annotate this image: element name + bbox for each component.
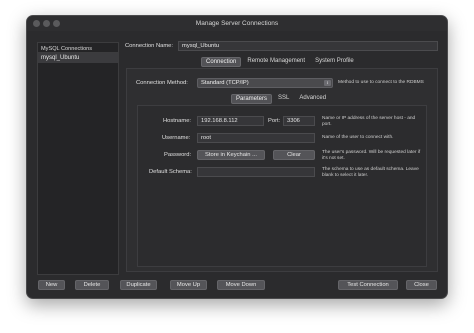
- parameter-tabs: Parameters SSL Advanced: [231, 94, 332, 104]
- username-label: Username:: [162, 135, 191, 141]
- hostname-input[interactable]: 192.168.8.112: [197, 116, 264, 126]
- delete-button[interactable]: Delete: [75, 280, 109, 290]
- store-in-keychain-button[interactable]: Store in Keychain ...: [197, 150, 265, 160]
- duplicate-button[interactable]: Duplicate: [120, 280, 157, 290]
- test-connection-button[interactable]: Test Connection: [338, 280, 398, 290]
- close-button[interactable]: Close: [406, 280, 437, 290]
- main-tabs: Connection Remote Management System Prof…: [201, 57, 360, 67]
- tab-system-profile[interactable]: System Profile: [311, 57, 358, 67]
- tab-parameters[interactable]: Parameters: [231, 94, 273, 104]
- username-input[interactable]: root: [197, 133, 315, 143]
- chevron-updown-icon: ↕: [324, 80, 331, 86]
- default-schema-hint: The schema to use as default schema. Lea…: [322, 167, 419, 178]
- connection-name-label: Connection Name:: [125, 43, 174, 49]
- connection-panel: Connection Method: Standard (TCP/IP) ↕ M…: [126, 68, 438, 272]
- clear-password-button[interactable]: Clear: [273, 150, 315, 160]
- manage-server-connections-window: Manage Server Connections MySQL Connecti…: [26, 15, 448, 299]
- connection-method-value: Standard (TCP/IP): [201, 80, 249, 86]
- port-input[interactable]: 3306: [283, 116, 315, 126]
- sidebar-item-mysql-ubuntu[interactable]: mysql_Ubuntu: [38, 53, 118, 63]
- connection-method-label: Connection Method:: [136, 80, 188, 86]
- move-up-button[interactable]: Move Up: [170, 280, 207, 290]
- default-schema-input[interactable]: [197, 167, 315, 177]
- hostname-hint: Name or IP address of the server host - …: [322, 116, 416, 127]
- connection-method-hint: Method to use to connect to the RDBMS: [338, 80, 424, 85]
- connections-sidebar: MySQL Connections mysql_Ubuntu: [37, 42, 119, 275]
- title-bar: Manage Server Connections: [27, 16, 447, 31]
- move-down-button[interactable]: Move Down: [217, 280, 265, 290]
- parameters-panel: Hostname: 192.168.8.112 Port: 3306 Name …: [137, 105, 427, 267]
- connection-name-input[interactable]: mysql_Ubuntu: [178, 41, 438, 51]
- hostname-label: Hostname:: [163, 118, 192, 124]
- sidebar-header: MySQL Connections: [38, 43, 118, 53]
- window-title: Manage Server Connections: [195, 20, 279, 27]
- port-label: Port:: [268, 118, 281, 124]
- tab-ssl[interactable]: SSL: [274, 94, 293, 104]
- default-schema-label: Default Schema:: [149, 169, 192, 175]
- new-button[interactable]: New: [38, 280, 65, 290]
- tab-remote-management[interactable]: Remote Management: [243, 57, 309, 67]
- password-hint: The user's password. Will be requested l…: [322, 150, 421, 161]
- connection-method-select[interactable]: Standard (TCP/IP) ↕: [197, 78, 333, 88]
- password-label: Password:: [164, 152, 192, 158]
- tab-connection[interactable]: Connection: [201, 57, 242, 67]
- username-hint: Name of the user to connect with.: [322, 135, 394, 140]
- tab-advanced[interactable]: Advanced: [295, 94, 330, 104]
